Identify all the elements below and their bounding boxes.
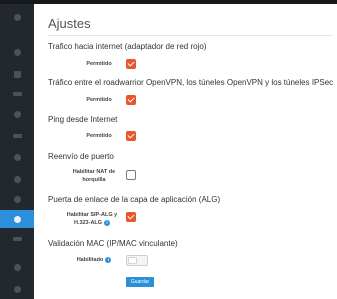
mac-enabled-label: Habilitado i bbox=[64, 256, 124, 264]
pulse-icon[interactable] bbox=[0, 148, 34, 166]
shield-icon[interactable] bbox=[0, 43, 34, 61]
info-icon[interactable]: i bbox=[105, 256, 112, 263]
shuffle-icon[interactable] bbox=[0, 65, 34, 83]
section-title-vpn: Tráfico entre el roadwarrior OpenVPN, lo… bbox=[48, 78, 334, 87]
hairpin-nat-label-line1: Habilitar NAT de bbox=[72, 169, 116, 175]
ping-allowed-checkbox[interactable] bbox=[126, 131, 136, 141]
vpn-allowed-label: Permitido bbox=[86, 97, 112, 103]
ping-allowed-label: Permitido bbox=[86, 133, 112, 139]
gear-icon[interactable] bbox=[0, 210, 34, 228]
stack-icon[interactable] bbox=[0, 190, 34, 208]
list-icon[interactable] bbox=[0, 105, 34, 123]
users-icon[interactable] bbox=[0, 85, 34, 103]
info-icon[interactable] bbox=[0, 280, 34, 298]
alg-label-line2: H.323-ALG bbox=[73, 220, 103, 226]
info-icon[interactable]: i bbox=[104, 219, 111, 226]
sidebar bbox=[0, 4, 34, 299]
globe-icon[interactable] bbox=[0, 8, 34, 26]
section-title-alg: Puerta de enlace de la capa de aplicació… bbox=[48, 195, 221, 204]
link-icon[interactable] bbox=[0, 170, 34, 188]
title-divider bbox=[48, 35, 333, 36]
page-title: Ajustes bbox=[48, 16, 91, 31]
alg-label-line1: Habilitar SIP-ALG y bbox=[66, 212, 118, 218]
hairpin-nat-label-line2: horquilla bbox=[82, 177, 106, 183]
chart-icon[interactable] bbox=[0, 127, 34, 145]
settings-panel: Ajustes Trafico hacia internet (adaptado… bbox=[34, 4, 337, 299]
section-title-internet: Trafico hacia internet (adaptador de red… bbox=[48, 42, 207, 51]
internet-allowed-checkbox[interactable] bbox=[126, 59, 136, 69]
section-title-ping: Ping desde Internet bbox=[48, 115, 118, 124]
section-title-mac: Validación MAC (IP/MAC vinculante) bbox=[48, 239, 178, 248]
alg-label: Habilitar SIP-ALG y H.323-ALG i bbox=[60, 211, 124, 227]
toggle-knob bbox=[128, 257, 137, 264]
hairpin-nat-label: Habilitar NAT de horquilla bbox=[64, 168, 124, 184]
internet-allowed-label: Permitido bbox=[86, 61, 112, 67]
list-icon[interactable] bbox=[0, 230, 34, 248]
save-button[interactable]: Guardar bbox=[126, 277, 154, 287]
mac-validation-toggle[interactable] bbox=[126, 255, 148, 266]
vpn-allowed-checkbox[interactable] bbox=[126, 95, 136, 105]
alg-checkbox[interactable] bbox=[126, 212, 136, 222]
mac-enabled-label-text: Habilitado bbox=[76, 257, 104, 263]
search-icon[interactable] bbox=[0, 258, 34, 276]
section-title-port-forward: Reenvío de puerto bbox=[48, 152, 114, 161]
hairpin-nat-checkbox[interactable] bbox=[126, 170, 136, 180]
